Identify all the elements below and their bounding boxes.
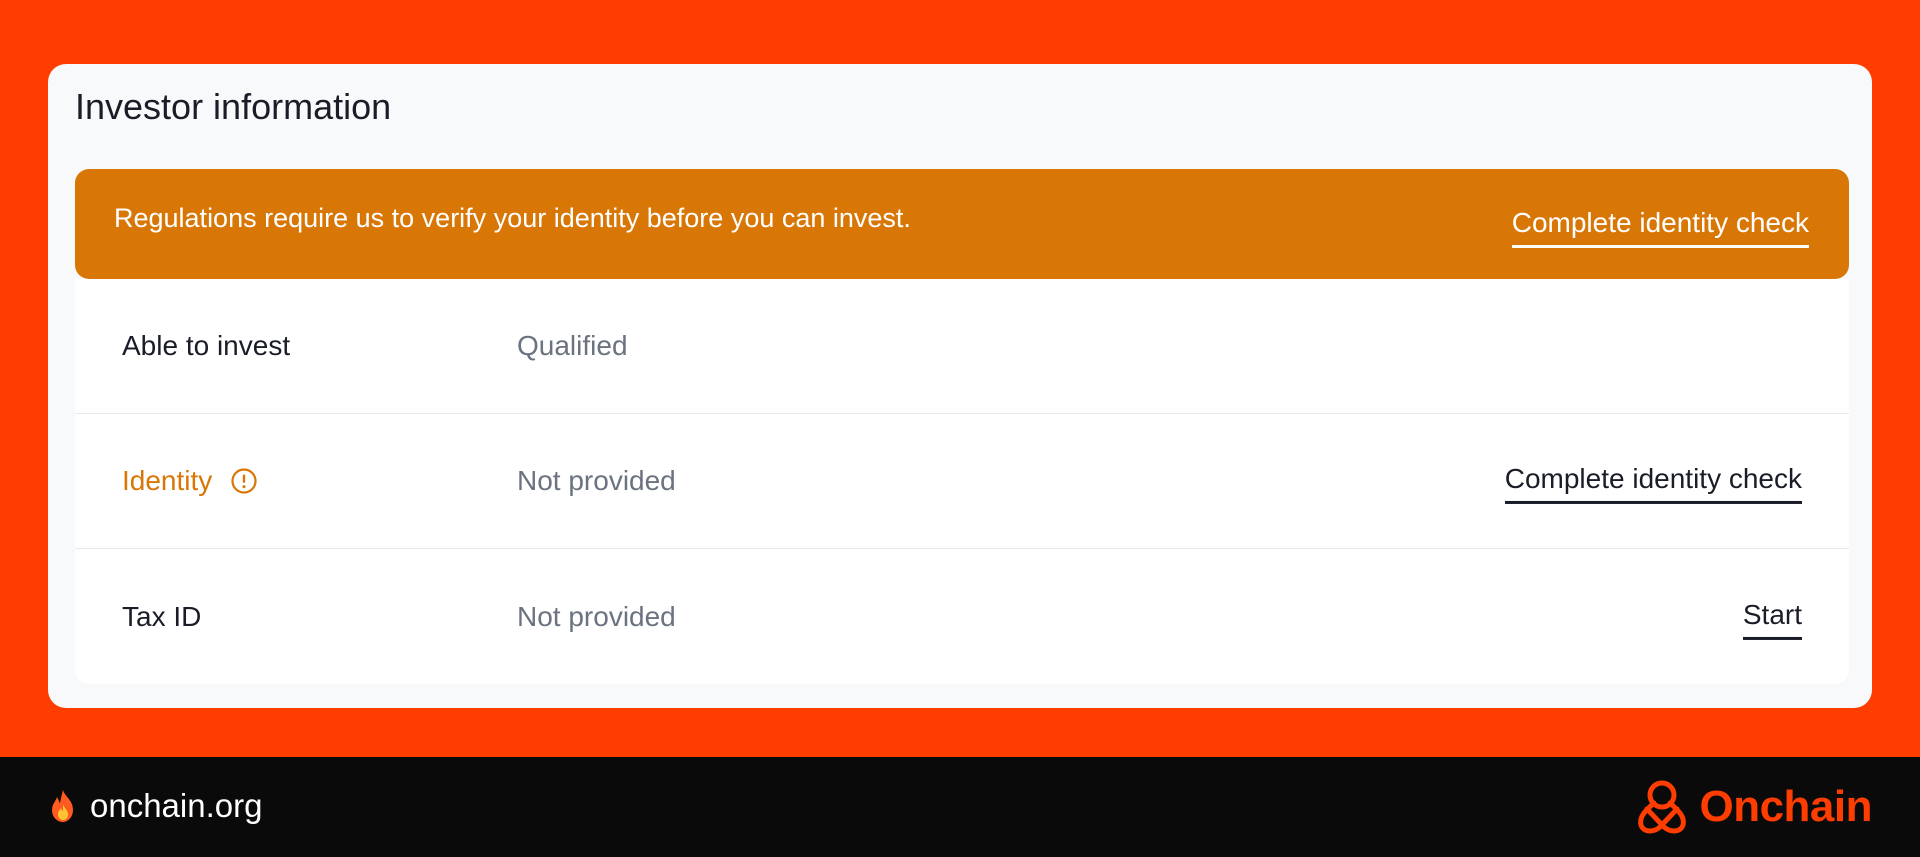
row-label: Tax ID xyxy=(122,601,202,632)
footer-site: onchain.org xyxy=(48,787,262,825)
tax-id-start-link[interactable]: Start xyxy=(1742,599,1802,640)
footer: onchain.org Onchain xyxy=(0,757,1920,857)
onchain-logo-icon xyxy=(1638,780,1687,834)
identity-complete-identity-check-link[interactable]: Complete identity check xyxy=(1504,463,1802,504)
investor-information-card: Investor information Regulations require… xyxy=(48,64,1872,708)
fire-icon xyxy=(52,790,73,822)
row-tax-id: Tax ID Not provided Start xyxy=(75,550,1849,684)
warning-icon xyxy=(231,468,257,494)
row-identity: Identity Not provided Complete identity … xyxy=(75,414,1849,549)
row-value: Qualified xyxy=(517,330,628,361)
identity-warning-banner: Regulations require us to verify your id… xyxy=(75,169,1849,279)
card-title: Investor information xyxy=(75,86,392,127)
banner-complete-identity-check-link[interactable]: Complete identity check xyxy=(1511,207,1809,248)
row-value: Not provided xyxy=(517,601,676,632)
row-value: Not provided xyxy=(517,465,676,496)
row-able-to-invest: Able to invest Qualified xyxy=(75,279,1849,414)
banner-message: Regulations require us to verify your id… xyxy=(114,203,911,233)
row-label-text: Identity xyxy=(122,465,213,496)
investor-details-table: Able to invest Qualified Identity Not pr… xyxy=(75,279,1849,684)
onchain-logo: Onchain xyxy=(1633,779,1872,835)
onchain-logo-text: Onchain xyxy=(1699,782,1872,831)
footer-site-text: onchain.org xyxy=(90,787,263,824)
row-label: Able to invest xyxy=(122,330,291,361)
row-label-identity: Identity xyxy=(122,465,258,497)
